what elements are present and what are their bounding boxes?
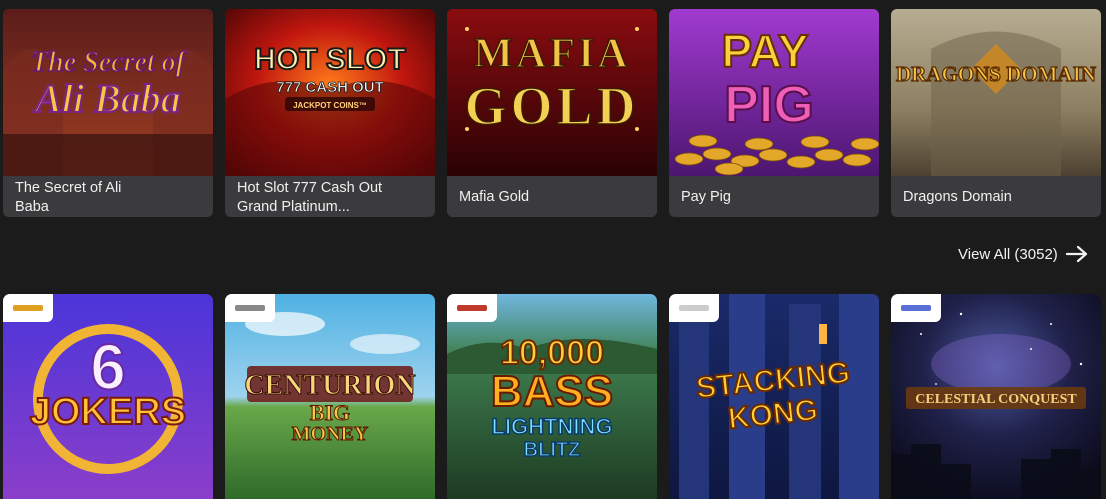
game-card-celestial-conquest[interactable]: CELESTIAL CONQUEST — [891, 294, 1101, 499]
art-text: MONEY — [292, 423, 369, 445]
view-all-link[interactable]: View All (3052) — [958, 240, 1088, 268]
art-text: CELESTIAL CONQUEST — [915, 392, 1077, 407]
game-card-ali-baba[interactable]: The Secret of Ali Baba The Secret of Ali… — [3, 9, 213, 217]
art-text: The Secret of — [31, 47, 188, 78]
game-card-10000-bass[interactable]: 10,000 BASS LIGHTNING BLITZ — [447, 294, 657, 499]
game-thumbnail[interactable]: PAY PIG — [669, 9, 879, 176]
art-text: MAFIA — [473, 31, 630, 77]
art-text: LIGHTNING — [492, 414, 613, 439]
game-card-centurion[interactable]: CENTURION BIG MONEY — [225, 294, 435, 499]
art-text: PAY — [722, 25, 809, 77]
game-card-dragons-domain[interactable]: DRAGONS DOMAIN Dragons Domain — [891, 9, 1101, 217]
art-text: Ali Baba — [32, 76, 181, 121]
game-card-6-jokers[interactable]: 6 JOKERS — [3, 294, 213, 499]
art-text: JACKPOT COINS™ — [293, 101, 367, 110]
provider-logo — [891, 294, 941, 322]
art-text: CENTURION — [244, 370, 415, 401]
game-card-pay-pig[interactable]: PAY PIG Pay Pig — [669, 9, 879, 217]
provider-logo — [669, 294, 719, 322]
game-thumbnail[interactable]: CELESTIAL CONQUEST — [891, 294, 1101, 499]
game-card-stacking-kong[interactable]: STACKING KONG — [669, 294, 879, 499]
art-text: JOKERS — [30, 391, 186, 433]
arrow-right-icon — [1065, 245, 1088, 263]
game-row-bottom: 6 JOKERS CENTURION BIG MONEY 10,000 BASS… — [0, 294, 1106, 499]
game-thumbnail[interactable]: HOT SLOT 777 CASH OUT JACKPOT COINS™ — [225, 9, 435, 176]
art-text: GOLD — [464, 76, 639, 136]
art-text: BASS — [491, 367, 613, 416]
game-thumbnail[interactable]: The Secret of Ali Baba — [3, 9, 213, 176]
game-thumbnail[interactable]: MAFIA GOLD — [447, 9, 657, 176]
game-thumbnail[interactable]: CENTURION BIG MONEY — [225, 294, 435, 499]
game-card-hot-slot[interactable]: HOT SLOT 777 CASH OUT JACKPOT COINS™ Hot… — [225, 9, 435, 217]
art-text: HOT SLOT — [254, 43, 406, 76]
art-text: BLITZ — [524, 439, 581, 461]
art-text: PIG — [724, 76, 814, 134]
provider-logo — [225, 294, 275, 322]
game-row-top: The Secret of Ali Baba The Secret of Ali… — [0, 9, 1106, 219]
art-text: DRAGONS DOMAIN — [896, 62, 1096, 86]
game-thumbnail[interactable]: 10,000 BASS LIGHTNING BLITZ — [447, 294, 657, 499]
game-card-mafia-gold[interactable]: MAFIA GOLD Mafia Gold — [447, 9, 657, 217]
game-title: The Secret of Ali Baba — [3, 176, 213, 217]
game-title: Hot Slot 777 Cash Out Grand Platinum... — [225, 176, 435, 217]
game-thumbnail[interactable]: 6 JOKERS — [3, 294, 213, 499]
game-thumbnail[interactable]: STACKING KONG — [669, 294, 879, 499]
view-all-label: View All (3052) — [958, 245, 1058, 263]
provider-logo — [447, 294, 497, 322]
game-title: Pay Pig — [669, 176, 879, 217]
game-title: Dragons Domain — [891, 176, 1101, 217]
game-title: Mafia Gold — [447, 176, 657, 217]
art-text: 777 CASH OUT — [276, 79, 384, 96]
art-text: BIG — [310, 400, 350, 425]
game-thumbnail[interactable]: DRAGONS DOMAIN — [891, 9, 1101, 176]
provider-logo — [3, 294, 53, 322]
